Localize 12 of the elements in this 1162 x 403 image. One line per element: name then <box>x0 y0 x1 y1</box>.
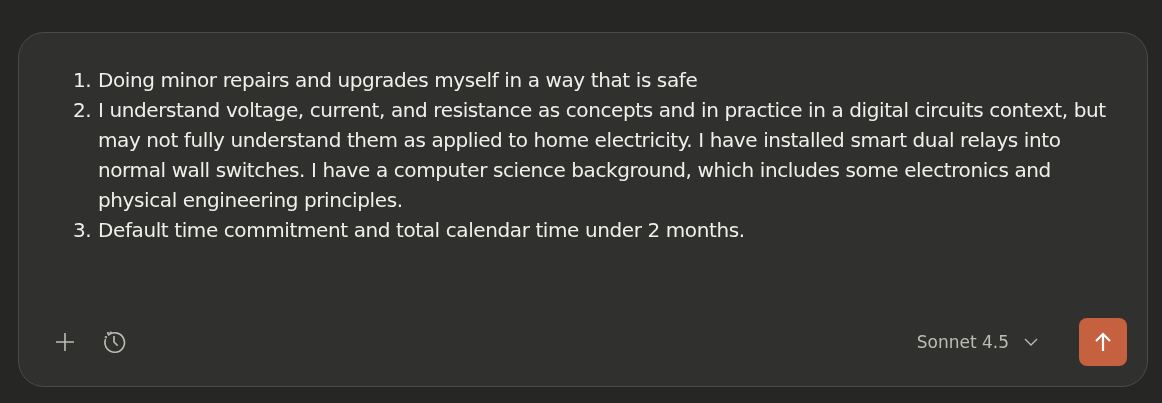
send-button[interactable] <box>1079 318 1127 366</box>
list-number: 3. <box>73 217 93 244</box>
list-number: 1. <box>73 67 93 94</box>
plus-icon <box>53 330 77 354</box>
list-number: 2. <box>73 97 93 124</box>
list-item-text: Doing minor repairs and upgrades myself in a way that is safe <box>98 67 698 94</box>
chevron-down-icon <box>1023 337 1039 347</box>
list-item-text: I understand voltage, current, and resistance as concepts and in practice in a digital circuits context, but may not fully understand them as applied to home electricity. I have installed smart dual relays into normal wall switches. I have a computer science background, which includes some electronics and physical engineering principles. <box>98 97 1107 214</box>
arrow-up-icon <box>1093 331 1113 353</box>
list-item-text: Default time commitment and total calendar time under 2 months. <box>98 217 745 244</box>
model-selector[interactable]: Sonnet 4.5 <box>912 328 1043 356</box>
history-icon <box>101 329 127 355</box>
